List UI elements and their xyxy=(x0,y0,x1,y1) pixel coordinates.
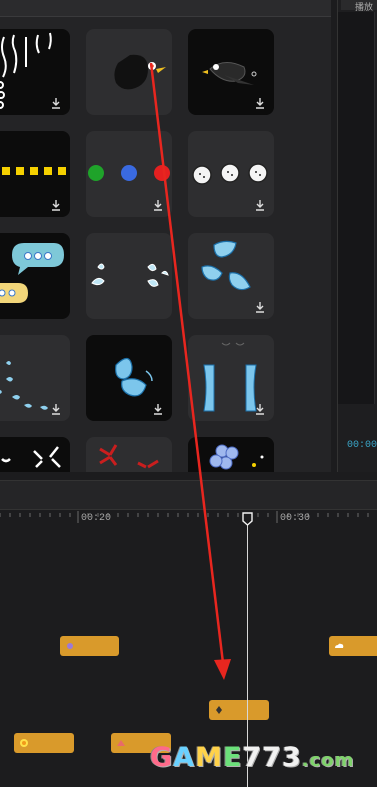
timeline-ruler[interactable] xyxy=(0,509,377,531)
download-icon[interactable] xyxy=(152,403,164,415)
panel-header xyxy=(0,0,331,17)
watermark-number: 773 xyxy=(242,742,302,773)
sticker-tile[interactable] xyxy=(86,233,172,319)
sticker-tile[interactable] xyxy=(86,437,172,472)
sticker-clip[interactable] xyxy=(329,636,377,656)
sticker-preview xyxy=(114,54,166,90)
watermark-domain: .com xyxy=(301,750,355,771)
download-icon[interactable] xyxy=(254,199,266,211)
download-icon[interactable] xyxy=(254,403,266,415)
playhead-icon[interactable] xyxy=(242,512,253,526)
sticker-tile[interactable] xyxy=(188,233,274,319)
watermark-logo: GAME773.com xyxy=(150,742,354,773)
sticker-clip[interactable] xyxy=(14,733,74,753)
watermark-letter: E xyxy=(222,742,243,773)
sticker-thumbnail-icon xyxy=(67,643,73,649)
sticker-tile[interactable] xyxy=(0,131,70,217)
sticker-tile[interactable] xyxy=(188,131,274,217)
sticker-preview xyxy=(91,263,169,287)
sticker-tile[interactable] xyxy=(188,29,274,115)
sticker-tile[interactable] xyxy=(0,29,70,115)
timeline-toolbar xyxy=(0,480,377,510)
watermark-letter: A xyxy=(173,742,196,773)
sticker-preview xyxy=(0,243,64,303)
sticker-tile[interactable] xyxy=(0,335,70,421)
ruler-tick-label: 00:20 xyxy=(81,513,112,524)
preview-panel xyxy=(337,0,377,472)
sticker-clip[interactable] xyxy=(60,636,119,656)
download-icon[interactable] xyxy=(50,199,62,211)
sticker-thumbnail-icon xyxy=(216,706,222,714)
download-icon[interactable] xyxy=(50,97,62,109)
preview-title: 播放 xyxy=(355,2,374,12)
sticker-thumbnail-icon xyxy=(335,643,344,648)
sticker-tile[interactable] xyxy=(86,29,172,115)
ruler-tick-label: 00:30 xyxy=(280,513,311,524)
preview-timecode: 00:00: xyxy=(347,440,377,451)
download-icon[interactable] xyxy=(254,97,266,109)
download-icon[interactable] xyxy=(50,403,62,415)
sticker-preview xyxy=(209,444,264,470)
sticker-tile[interactable] xyxy=(188,335,274,421)
watermark-letter: M xyxy=(195,742,223,773)
sticker-tile[interactable] xyxy=(0,233,70,319)
sticker-tile[interactable] xyxy=(86,335,172,421)
sticker-tile[interactable] xyxy=(86,131,172,217)
sticker-thumbnail-icon xyxy=(117,740,125,746)
sticker-preview xyxy=(99,444,159,469)
sticker-tile[interactable] xyxy=(188,437,274,472)
watermark-letter: G xyxy=(150,742,174,773)
sticker-panel xyxy=(0,0,331,472)
sticker-tile[interactable] xyxy=(0,437,70,472)
download-icon[interactable] xyxy=(254,301,266,313)
sticker-clip[interactable] xyxy=(209,700,269,720)
preview-canvas xyxy=(338,12,375,404)
sticker-preview xyxy=(1,446,61,468)
sticker-thumbnail-icon xyxy=(20,739,28,747)
download-icon[interactable] xyxy=(152,199,164,211)
